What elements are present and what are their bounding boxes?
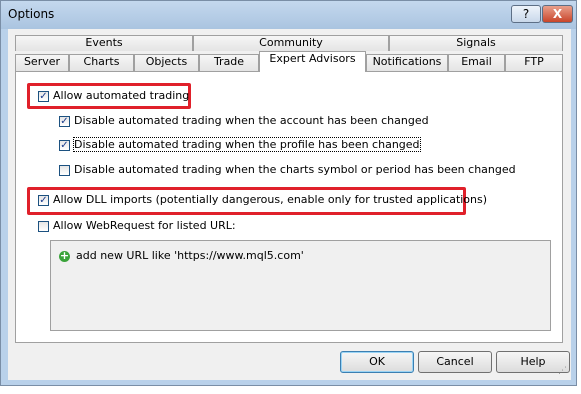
tab-label: Notifications — [372, 55, 442, 68]
allow-auto-trading-checkbox[interactable]: ✓ — [38, 91, 49, 102]
disable-account-label: Disable automated trading when the accou… — [74, 114, 429, 127]
disable-account-checkbox[interactable]: ✓ — [59, 116, 70, 127]
resize-grip-icon[interactable]: ⋰ — [558, 367, 568, 377]
disable-symbol-label: Disable automated trading when the chart… — [74, 163, 516, 176]
tab-objects[interactable]: Objects — [134, 54, 199, 71]
cancel-button[interactable]: Cancel — [418, 351, 492, 373]
tab-label: Expert Advisors — [269, 52, 356, 65]
tab-email[interactable]: Email — [448, 54, 505, 71]
tab-label: Signals — [456, 36, 496, 49]
help-icon: ? — [522, 7, 530, 21]
tab-label: Email — [461, 55, 492, 68]
disable-symbol-checkbox[interactable] — [59, 165, 70, 176]
close-icon: X — [552, 7, 563, 21]
tab-notifications[interactable]: Notifications — [366, 54, 448, 71]
tab-server[interactable]: Server — [15, 54, 69, 71]
ok-button[interactable]: OK — [340, 351, 414, 373]
tab-signals[interactable]: Signals — [389, 35, 563, 51]
tab-label: FTP — [524, 55, 544, 68]
tab-community[interactable]: Community — [193, 35, 389, 51]
window-title: Options — [8, 7, 55, 21]
tab-ftp[interactable]: FTP — [505, 54, 563, 71]
tab-label: Events — [85, 36, 123, 49]
tab-expert-advisors[interactable]: Expert Advisors — [259, 51, 366, 72]
close-button[interactable]: X — [542, 5, 573, 23]
tab-events[interactable]: Events — [15, 35, 193, 51]
tab-trade[interactable]: Trade — [199, 54, 259, 71]
allow-dll-label: Allow DLL imports (potentially dangerous… — [53, 193, 488, 206]
disable-profile-label: Disable automated trading when the profi… — [73, 137, 421, 152]
tab-label: Trade — [213, 55, 245, 68]
tab-label: Objects — [145, 55, 188, 68]
allow-webrequest-checkbox[interactable] — [38, 221, 49, 232]
tab-label: Charts — [83, 55, 120, 68]
options-window: Options ? X Events Community Signals Ser… — [0, 0, 577, 386]
help-title-button[interactable]: ? — [511, 5, 541, 23]
tab-label: Server — [23, 55, 61, 68]
disable-profile-checkbox[interactable]: ✓ — [59, 140, 70, 151]
allow-dll-checkbox[interactable]: ✓ — [38, 195, 49, 206]
plus-circle-icon[interactable]: + — [59, 250, 70, 262]
allow-webrequest-label: Allow WebRequest for listed URL: — [53, 219, 236, 232]
title-bar[interactable]: Options ? X — [1, 1, 576, 29]
tab-label: Community — [259, 36, 323, 49]
client-area: Events Community Signals Server Charts O… — [8, 29, 571, 380]
url-list[interactable]: + add new URL like 'https://www.mql5.com… — [50, 240, 551, 331]
add-url-item[interactable]: add new URL like 'https://www.mql5.com' — [76, 249, 304, 262]
allow-auto-trading-label: Allow automated trading — [53, 89, 190, 102]
tab-charts[interactable]: Charts — [69, 54, 134, 71]
